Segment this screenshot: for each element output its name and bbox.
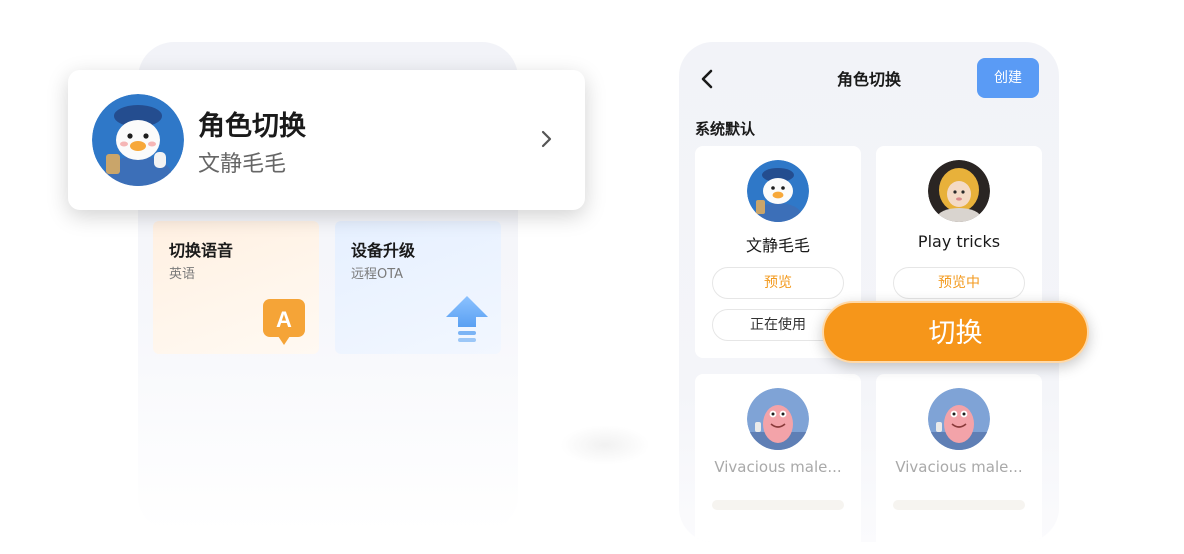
chevron-right-icon[interactable]: [538, 124, 556, 154]
faded-placeholder: [893, 500, 1025, 510]
role-name: Vivacious male...: [714, 458, 842, 476]
faded-placeholder: [712, 500, 844, 510]
right-phone-screen: 角色切换 创建 系统默认 文静毛毛 预览 正在使用 Play tricks 预览…: [679, 42, 1059, 542]
role-name: Play tricks: [917, 232, 1001, 251]
role-name: 文静毛毛: [745, 236, 810, 255]
switch-voice-tile[interactable]: 切换语音 英语 A: [153, 221, 319, 354]
letter-a-badge-icon: A: [263, 299, 305, 345]
background-smudge: [560, 425, 650, 465]
upload-arrow-icon: [446, 296, 488, 342]
device-upgrade-tile[interactable]: 设备升级 远程OTA: [335, 221, 501, 354]
role-card-vivacious-1[interactable]: Vivacious male...: [695, 374, 861, 542]
preview-button[interactable]: 预览: [712, 267, 844, 299]
starfish-avatar-icon: [747, 388, 809, 450]
role-card-vivacious-2[interactable]: Vivacious male...: [876, 374, 1042, 542]
svg-text:A: A: [276, 307, 292, 332]
switch-button[interactable]: 切换: [822, 301, 1089, 363]
current-role-name: 文静毛毛: [198, 152, 287, 177]
device-upgrade-subtitle: 远程OTA: [351, 267, 404, 282]
duck-avatar-icon: [92, 94, 184, 186]
section-label: 系统默认: [695, 120, 756, 138]
duck-avatar-icon: [747, 160, 809, 222]
switch-voice-title: 切换语音: [169, 241, 234, 260]
device-upgrade-title: 设备升级: [351, 241, 416, 260]
previewing-button[interactable]: 预览中: [893, 267, 1025, 299]
starfish-avatar-icon: [928, 388, 990, 450]
role-name: Vivacious male...: [895, 458, 1023, 476]
role-switch-title: 角色切换: [198, 111, 306, 142]
switch-voice-subtitle: 英语: [169, 267, 196, 282]
role-switch-card[interactable]: 角色切换 文静毛毛: [68, 70, 585, 210]
create-button[interactable]: 创建: [977, 58, 1039, 98]
child-photo-avatar-icon: [928, 160, 990, 222]
